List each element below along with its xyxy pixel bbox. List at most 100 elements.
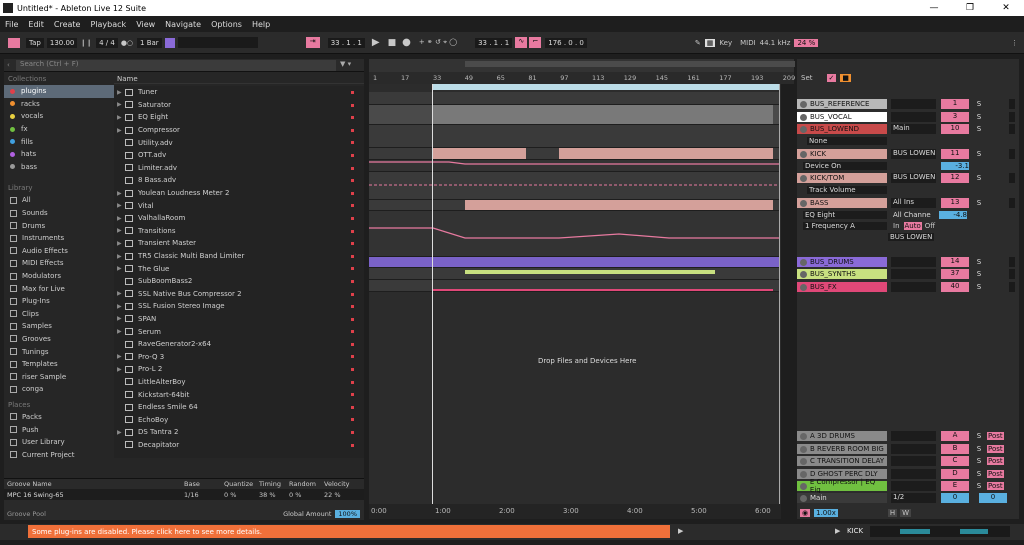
mixer-track[interactable]: BUS_VOCAL 3 S	[797, 111, 1019, 123]
fold-icon[interactable]	[800, 445, 807, 453]
kick-device-value[interactable]: -3.1	[941, 161, 969, 170]
place-item[interactable]: Push	[4, 423, 114, 436]
loop-start[interactable]: 33 . 1 . 1	[475, 37, 513, 48]
quantize-menu[interactable]: 1 Bar	[137, 37, 162, 48]
expand-arrow-icon[interactable]: ▶	[117, 315, 125, 322]
collection-vocals[interactable]: vocals	[4, 110, 114, 123]
follow-set-icon[interactable]: ✓	[826, 74, 837, 82]
library-item[interactable]: MIDI Effects	[4, 257, 114, 270]
song-position[interactable]: 33 . 1 . 1	[327, 37, 365, 48]
record-icon[interactable]: ●	[402, 37, 411, 48]
browser-item[interactable]: EchoBoy	[114, 413, 364, 426]
clip-view-icon[interactable]: ◉	[800, 508, 811, 517]
fold-icon[interactable]	[800, 283, 807, 291]
tempo-field[interactable]: 130.00	[46, 37, 78, 48]
status-arrow-icon[interactable]: ▶	[835, 527, 840, 535]
browser-item[interactable]: RaveGenerator2-x64	[114, 338, 364, 351]
library-item[interactable]: Plug-Ins	[4, 295, 114, 308]
menu-view[interactable]: View	[135, 20, 156, 29]
track-number[interactable]: 13	[941, 198, 969, 208]
follow-button[interactable]: ⇥	[305, 37, 320, 48]
fold-icon[interactable]	[800, 482, 807, 490]
post-button[interactable]: Post	[987, 482, 1004, 490]
plugin-warning[interactable]: Some plug-ins are disabled. Please click…	[28, 525, 670, 538]
metronome-icon[interactable]: ●○	[121, 39, 133, 47]
filter-icon[interactable]: ▼ ▾	[340, 60, 360, 71]
post-button[interactable]: Post	[987, 432, 1004, 440]
groove-name[interactable]: MPC 16 Swing-65	[4, 491, 184, 499]
return-io[interactable]	[891, 431, 936, 441]
back-icon[interactable]: ‹	[7, 61, 10, 69]
punch-button[interactable]: ⌐	[529, 37, 542, 48]
expand-arrow-icon[interactable]: ▶	[117, 127, 125, 134]
monitor-auto[interactable]: Auto	[903, 221, 922, 230]
browser-item[interactable]: Endless Smile 64	[114, 401, 364, 414]
track-io[interactable]: All Ins	[891, 198, 936, 208]
play-icon[interactable]: ▶	[372, 37, 380, 48]
browser-item[interactable]: 8 Bass.adv	[114, 174, 364, 187]
collection-plugins[interactable]: plugins	[4, 85, 114, 98]
browser-item[interactable]: Kickstart-64bit	[114, 388, 364, 401]
nudge-icon[interactable]: ❙❙	[80, 39, 92, 47]
stop-icon[interactable]: ■	[388, 38, 397, 48]
track-io[interactable]	[891, 269, 936, 279]
key-map-field[interactable]	[177, 37, 258, 48]
session-record-icon[interactable]: ■	[840, 74, 851, 82]
return-letter[interactable]: D	[941, 469, 969, 479]
browser-item[interactable]: Decapitator	[114, 439, 364, 452]
fold-icon[interactable]	[800, 199, 807, 207]
track-name-box[interactable]: KICK	[797, 149, 887, 159]
library-item[interactable]: Grooves	[4, 333, 114, 346]
midi-map-button[interactable]: MIDI	[740, 39, 756, 47]
fold-icon[interactable]	[800, 432, 807, 440]
track-io[interactable]	[891, 99, 936, 109]
return-io[interactable]	[891, 469, 936, 479]
solo-button[interactable]: S	[974, 445, 984, 453]
lane-reference[interactable]	[369, 92, 779, 105]
track-number[interactable]: 11	[941, 149, 969, 159]
collection-fx[interactable]: fx	[4, 123, 114, 136]
return-io[interactable]	[891, 481, 936, 491]
solo-button[interactable]: S	[974, 150, 984, 158]
loop-button[interactable]: ∿	[515, 37, 528, 48]
track-name-box[interactable]: BASS	[797, 198, 887, 208]
menu-navigate[interactable]: Navigate	[164, 20, 202, 29]
solo-button[interactable]: S	[974, 113, 984, 121]
draw-mode-icon[interactable]	[164, 37, 175, 48]
fold-icon[interactable]	[800, 113, 807, 121]
solo-button[interactable]: S	[974, 470, 984, 478]
close-icon[interactable]: ✕	[988, 3, 1024, 13]
menu-playback[interactable]: Playback	[89, 20, 127, 29]
groove-random[interactable]: 0 %	[289, 491, 324, 499]
collection-racks[interactable]: racks	[4, 98, 114, 111]
lane-drums[interactable]	[369, 257, 779, 268]
library-item[interactable]: riser Sample	[4, 370, 114, 383]
collection-bass[interactable]: bass	[4, 161, 114, 174]
browser-item[interactable]: ▶ SPAN	[114, 313, 364, 326]
track-name-box[interactable]: BUS_VOCAL	[797, 112, 887, 122]
return-name-box[interactable]: A 3D DRUMS	[797, 431, 887, 441]
loop-start-marker[interactable]	[432, 84, 433, 504]
return-name-box[interactable]: C TRANSITION DELAY	[797, 456, 887, 466]
fold-icon[interactable]	[800, 100, 807, 108]
track-io[interactable]	[891, 257, 936, 267]
computer-keyboard-icon[interactable]: ▦	[704, 38, 716, 47]
track-number[interactable]: 14	[941, 257, 969, 267]
automation-lines[interactable]	[369, 150, 779, 245]
library-item[interactable]: Max for Live	[4, 282, 114, 295]
bass-freq-param[interactable]: 1 Frequency A	[803, 221, 887, 230]
browser-item[interactable]: ▶ Pro-Q 3	[114, 350, 364, 363]
fold-icon[interactable]	[800, 457, 807, 465]
solo-button[interactable]: S	[974, 283, 984, 291]
track-name-box[interactable]: BUS_SYNTHS	[797, 269, 887, 279]
browser-item[interactable]: SubBoomBass2	[114, 275, 364, 288]
browser-item[interactable]: ▶ Pro-L 2	[114, 363, 364, 376]
fold-icon[interactable]	[800, 174, 807, 182]
solo-button[interactable]: S	[974, 199, 984, 207]
track-io[interactable]: BUS LOWEN	[891, 173, 936, 183]
fold-icon[interactable]	[800, 470, 807, 478]
groove-timing[interactable]: 38 %	[259, 491, 289, 499]
browser-item[interactable]: ▶ Compressor	[114, 124, 364, 137]
browser-item[interactable]: ▶ ValhallaRoom	[114, 212, 364, 225]
track-name-box[interactable]: BUS_LOWEND	[797, 124, 887, 134]
